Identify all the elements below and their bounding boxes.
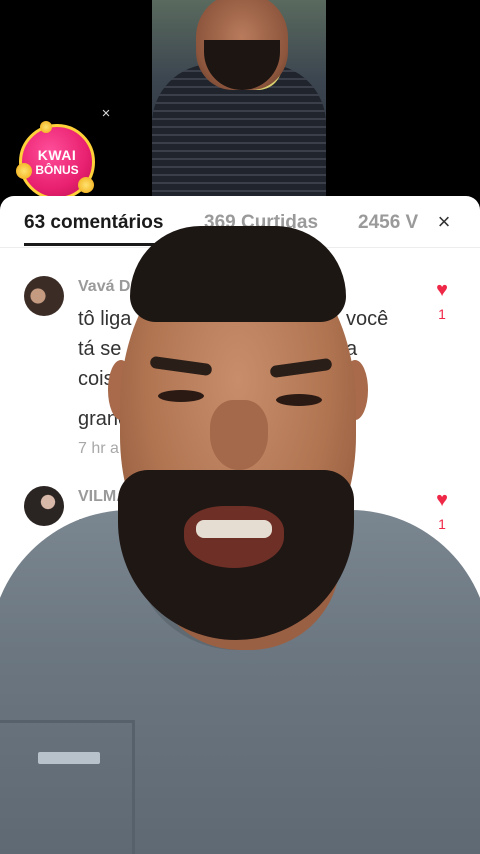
comment-text: vida é	[318, 546, 372, 568]
tab-likes[interactable]: 369 Curtidas	[204, 212, 318, 234]
tab-views[interactable]: 2456 V	[358, 212, 418, 234]
coin-icon	[78, 177, 94, 193]
comment-time: 7 hr a	[78, 440, 119, 457]
like-button[interactable]: ♥ 1	[431, 280, 453, 322]
comment-username[interactable]: Vavá De	[78, 278, 139, 296]
badge-line2: BÔNUS	[35, 163, 79, 177]
comment-text: a	[346, 338, 358, 360]
avatar[interactable]	[24, 276, 64, 316]
promo-close-icon[interactable]: ×	[98, 106, 114, 122]
comment-text: você	[346, 308, 389, 330]
comment-username[interactable]: VILMA	[78, 488, 128, 506]
heart-icon: ♥	[436, 489, 448, 511]
heart-icon: ♥	[436, 279, 448, 301]
comment-text: grand	[78, 408, 130, 430]
close-icon[interactable]: ×	[432, 210, 456, 234]
coin-icon	[40, 121, 52, 133]
comments-panel: 63 comentários 369 Curtidas 2456 V × Vav…	[0, 196, 480, 854]
coin-icon	[16, 163, 32, 179]
avatar[interactable]	[24, 486, 64, 526]
comment-text: coisa	[78, 368, 125, 390]
like-count: 1	[438, 306, 446, 322]
comment-text: que	[336, 516, 370, 538]
like-count: 1	[438, 516, 446, 532]
top-video-frame[interactable]	[152, 0, 326, 196]
tab-bar: 63 comentários 369 Curtidas 2456 V ×	[0, 196, 480, 248]
tab-underline	[24, 243, 176, 246]
tab-comments[interactable]: 63 comentários	[24, 212, 163, 234]
kwai-bonus-badge[interactable]: KWAI BÔNUS	[16, 121, 95, 200]
tab-views-clip: 2456 V	[356, 196, 426, 246]
like-button[interactable]: ♥ 1	[431, 490, 453, 532]
badge-line1: KWAI	[37, 147, 77, 163]
